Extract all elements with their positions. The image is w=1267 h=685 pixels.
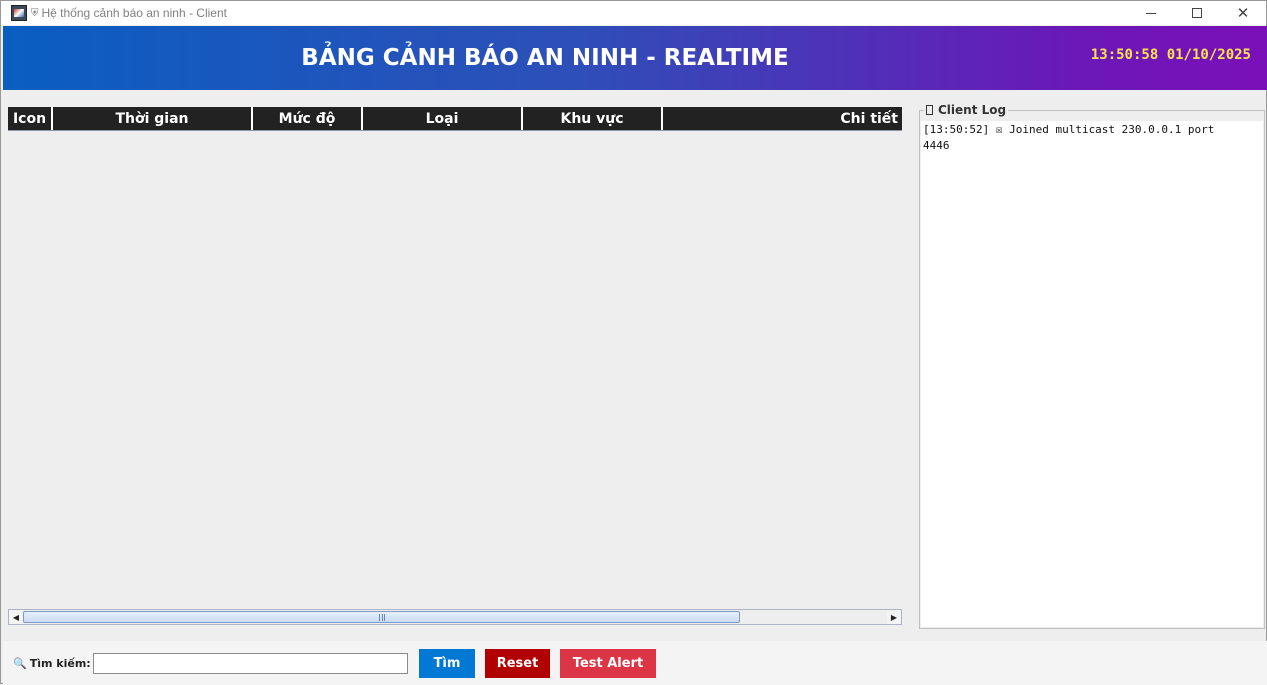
reset-button[interactable]: Reset <box>485 649 550 678</box>
page-title: BẢNG CẢNH BÁO AN NINH - REALTIME <box>301 45 789 71</box>
client-log-text[interactable]: [13:50:52] ☒ Joined multicast 230.0.0.1 … <box>921 121 1263 627</box>
client-log-title: Client Log <box>924 103 1009 117</box>
column-header-severity[interactable]: Mức độ <box>253 107 363 130</box>
header-banner: BẢNG CẢNH BÁO AN NINH - REALTIME 13:50:5… <box>3 26 1267 90</box>
column-header-icon[interactable]: Icon <box>8 107 53 130</box>
window-controls: ✕ <box>1128 1 1266 25</box>
table-header: Icon Thời gian Mức độ Loại Khu vực Chi t… <box>8 107 902 130</box>
client-log-panel: Client Log [13:50:52] ☒ Joined multicast… <box>919 103 1265 629</box>
test-alert-button[interactable]: Test Alert <box>560 649 656 678</box>
column-header-time[interactable]: Thời gian <box>53 107 253 130</box>
close-icon: ✕ <box>1236 4 1250 22</box>
search-label-text: Tìm kiếm: <box>29 657 91 670</box>
maximize-button[interactable] <box>1174 1 1220 25</box>
search-button[interactable]: Tìm <box>419 649 475 678</box>
search-label: 🔍 Tìm kiếm: <box>13 657 91 670</box>
app-window: ⛨ Hệ thống cảnh báo an ninh - Client ✕ B… <box>0 0 1267 685</box>
minimize-icon <box>1146 12 1156 14</box>
column-header-area[interactable]: Khu vực <box>523 107 663 130</box>
scroll-thumb[interactable] <box>23 611 740 623</box>
app-icon <box>11 5 27 21</box>
column-header-type[interactable]: Loại <box>363 107 523 130</box>
close-button[interactable]: ✕ <box>1220 1 1266 25</box>
scroll-grip-icon <box>379 614 385 621</box>
table-body[interactable] <box>8 130 902 608</box>
scroll-track[interactable] <box>23 610 887 624</box>
alerts-table: Icon Thời gian Mức độ Loại Khu vực Chi t… <box>8 107 903 627</box>
scroll-left-button[interactable]: ◀ <box>9 610 23 624</box>
search-icon: 🔍 <box>13 657 27 670</box>
minimize-button[interactable] <box>1128 1 1174 25</box>
search-bar: 🔍 Tìm kiếm: Tìm Reset Test Alert <box>3 641 1267 685</box>
clock-display: 13:50:58 01/10/2025 <box>1090 47 1251 63</box>
shield-icon: ⛨ <box>31 7 39 19</box>
maximize-icon <box>1192 8 1202 18</box>
search-input[interactable] <box>93 653 408 674</box>
log-box-icon <box>926 105 933 115</box>
title-bar: ⛨ Hệ thống cảnh báo an ninh - Client ✕ <box>1 1 1266 25</box>
client-log-label: Client Log <box>938 103 1007 117</box>
horizontal-scrollbar[interactable]: ◀ ▶ <box>8 609 902 625</box>
window-title: Hệ thống cảnh báo an ninh - Client <box>41 6 227 20</box>
column-header-detail[interactable]: Chi tiết <box>663 107 902 130</box>
scroll-right-button[interactable]: ▶ <box>887 610 901 624</box>
